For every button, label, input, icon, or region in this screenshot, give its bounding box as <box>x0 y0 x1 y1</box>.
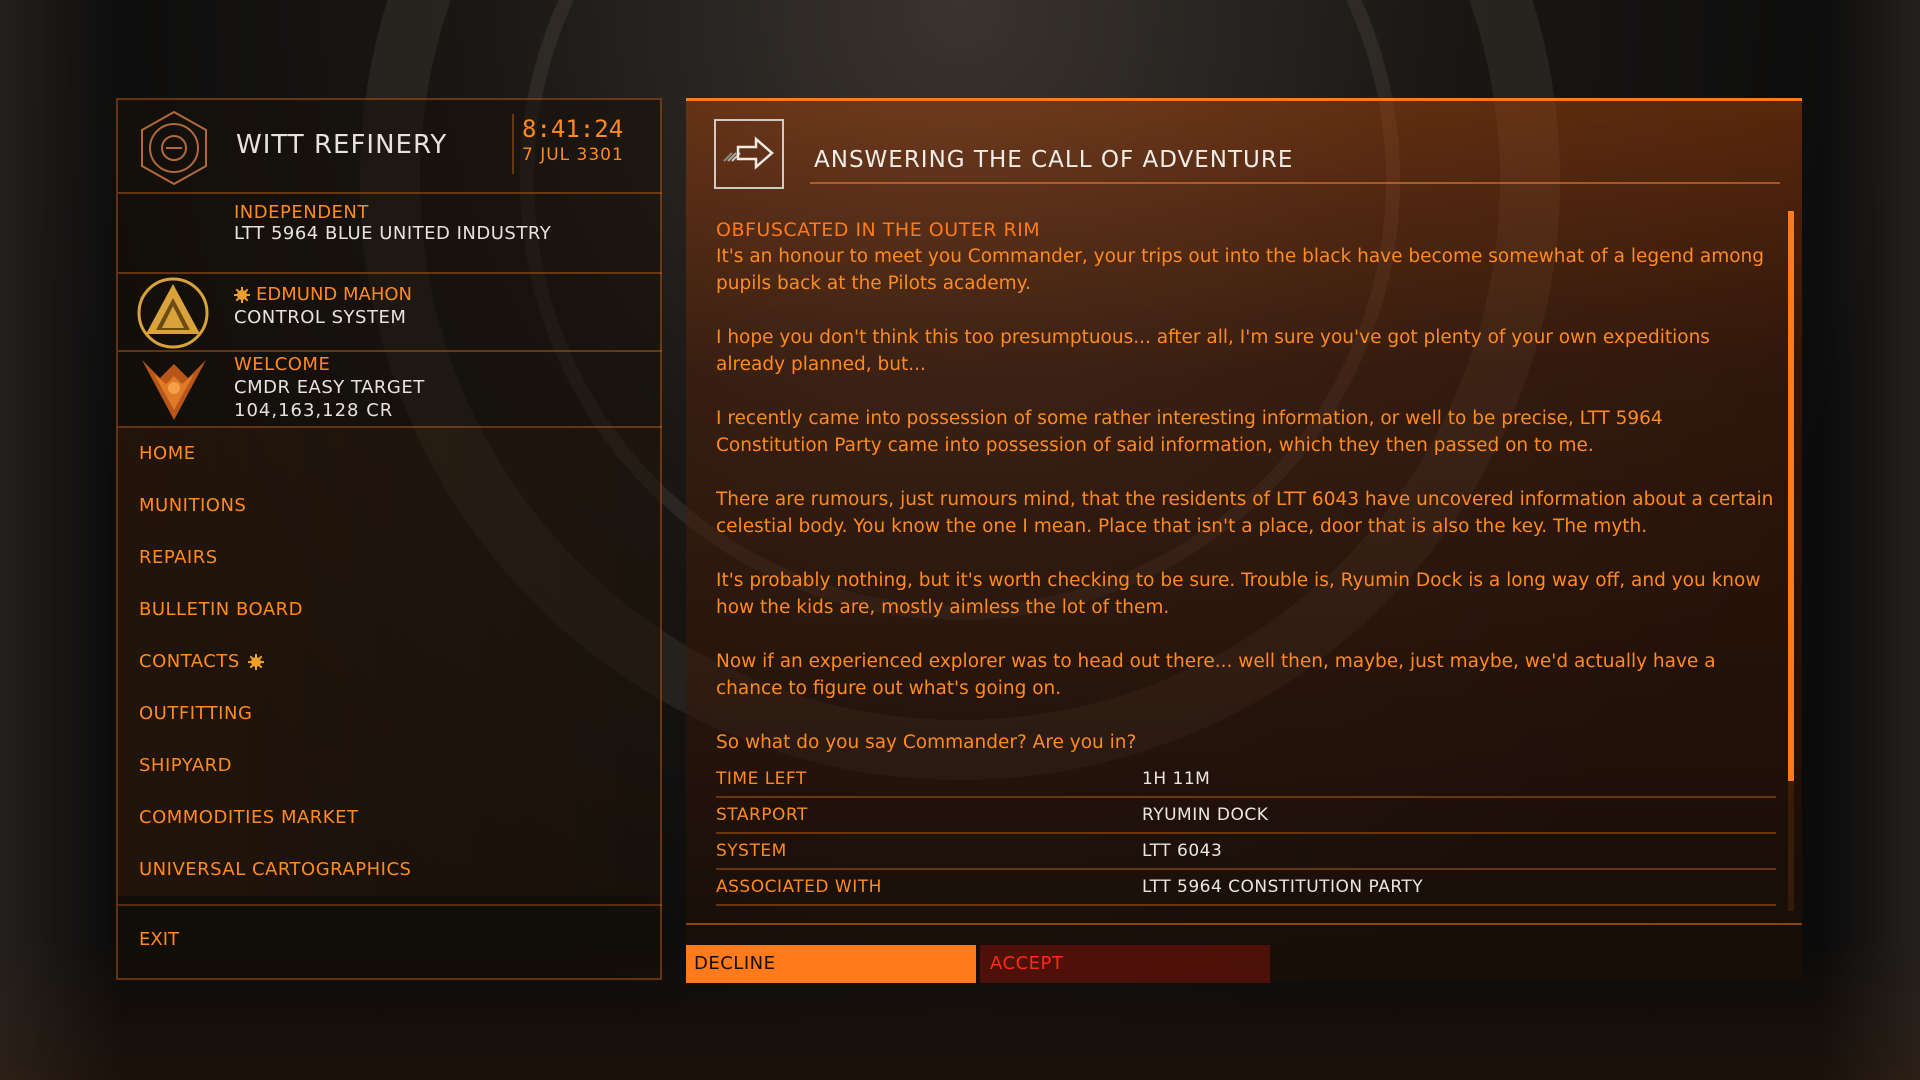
menu-item-home[interactable]: HOME <box>118 428 662 480</box>
menu-item-label: HOME <box>139 443 196 464</box>
faction-allegiance: INDEPENDENT <box>234 202 369 223</box>
gear-icon <box>234 286 250 303</box>
menu-item-universal-cartographics[interactable]: UNIVERSAL CARTOGRAPHICS <box>118 844 662 896</box>
decline-button[interactable]: DECLINE <box>686 945 976 983</box>
mission-type-icon-box <box>714 119 784 189</box>
commander-name: CMDR EASY TARGET <box>234 377 425 398</box>
arrow-right-icon <box>723 136 774 170</box>
power-info: EDMUND MAHON CONTROL SYSTEM <box>118 272 662 352</box>
gear-icon <box>247 654 264 670</box>
power-emblem-icon <box>137 277 209 349</box>
station-emblem-icon <box>141 110 207 186</box>
menu-item-label: COMMODITIES MARKET <box>139 807 359 828</box>
menu-item-label: CONTACTS <box>139 651 240 672</box>
detail-label: ASSOCIATED WITH <box>716 877 882 897</box>
mission-subtitle: OBFUSCATED IN THE OUTER RIM <box>716 219 1041 241</box>
power-name-row: EDMUND MAHON <box>234 284 412 305</box>
power-state: CONTROL SYSTEM <box>234 307 407 328</box>
hangar-strut-right <box>1820 0 1920 1080</box>
mission-paragraph: Now if an experienced explorer was to he… <box>716 651 1716 699</box>
detail-row: TIME LEFT 1H 11M <box>716 762 1776 798</box>
menu-item-commodities-market[interactable]: COMMODITIES MARKET <box>118 792 662 844</box>
detail-row: SYSTEM LTT 6043 <box>716 834 1776 870</box>
clock-time: 8:41:24 <box>522 115 624 143</box>
mission-paragraph: I recently came into possession of some … <box>716 408 1663 456</box>
menu-item-exit[interactable]: EXIT <box>118 912 662 968</box>
faction-info: INDEPENDENT LTT 5964 BLUE UNITED INDUSTR… <box>118 192 662 274</box>
commander-info: WELCOME CMDR EASY TARGET 104,163,128 CR <box>118 350 662 428</box>
menu-item-label: SHIPYARD <box>139 755 233 776</box>
welcome-label: WELCOME <box>234 354 331 375</box>
menu-item-label: MUNITIONS <box>139 495 247 516</box>
accept-button[interactable]: ACCEPT <box>980 945 1270 983</box>
mission-title: ANSWERING THE CALL OF ADVENTURE <box>814 147 1294 173</box>
mission-paragraph: So what do you say Commander? Are you in… <box>716 732 1137 753</box>
faction-name: LTT 5964 BLUE UNITED INDUSTRY <box>234 223 552 244</box>
power-name: EDMUND MAHON <box>256 284 412 305</box>
station-name: WITT REFINERY <box>236 130 448 160</box>
mission-paragraph: It's probably nothing, but it's worth ch… <box>716 570 1761 618</box>
mission-paragraph: There are rumours, just rumours mind, th… <box>716 489 1774 537</box>
hangar-strut-left <box>0 0 120 1080</box>
menu-item-label: BULLETIN BOARD <box>139 599 304 620</box>
clock: 8:41:24 7 JUL 3301 <box>512 114 624 174</box>
services-menu: HOME MUNITIONS REPAIRS BULLETIN BOARD CO… <box>118 428 662 968</box>
mission-details-table: TIME LEFT 1H 11M STARPORT RYUMIN DOCK SY… <box>716 762 1776 906</box>
detail-row: STARPORT RYUMIN DOCK <box>716 798 1776 834</box>
detail-value: LTT 6043 <box>1142 841 1223 861</box>
detail-value: 1H 11M <box>1142 769 1211 789</box>
clock-date: 7 JUL 3301 <box>522 145 624 165</box>
credits-balance: 104,163,128 CR <box>234 400 394 421</box>
menu-item-label: UNIVERSAL CARTOGRAPHICS <box>139 859 412 880</box>
title-divider <box>810 182 1780 184</box>
detail-value: RYUMIN DOCK <box>1142 805 1269 825</box>
rank-wings-icon <box>142 360 206 420</box>
menu-item-outfitting[interactable]: OUTFITTING <box>118 688 662 740</box>
menu-divider <box>118 904 662 906</box>
station-services-panel: WITT REFINERY 8:41:24 7 JUL 3301 INDEPEN… <box>116 98 662 980</box>
mission-description[interactable]: OBFUSCATED IN THE OUTER RIM It's an hono… <box>716 217 1776 907</box>
mission-details-panel: ANSWERING THE CALL OF ADVENTURE OBFUSCAT… <box>686 98 1802 983</box>
menu-item-shipyard[interactable]: SHIPYARD <box>118 740 662 792</box>
detail-row: ASSOCIATED WITH LTT 5964 CONSTITUTION PA… <box>716 870 1776 906</box>
detail-value: LTT 5964 CONSTITUTION PARTY <box>1142 877 1424 897</box>
scrollbar-thumb[interactable] <box>1788 211 1794 781</box>
bottom-divider <box>686 923 1802 925</box>
mission-paragraph: I hope you don't think this too presumpt… <box>716 327 1710 375</box>
mission-paragraph: It's an honour to meet you Commander, yo… <box>716 246 1765 294</box>
menu-item-label: OUTFITTING <box>139 703 253 724</box>
menu-item-munitions[interactable]: MUNITIONS <box>118 480 662 532</box>
menu-item-bulletin-board[interactable]: BULLETIN BOARD <box>118 584 662 636</box>
menu-item-repairs[interactable]: REPAIRS <box>118 532 662 584</box>
detail-label: STARPORT <box>716 805 808 825</box>
detail-label: TIME LEFT <box>716 769 807 789</box>
menu-item-contacts[interactable]: CONTACTS <box>118 636 662 688</box>
menu-item-label: REPAIRS <box>139 547 218 568</box>
station-header: WITT REFINERY 8:41:24 7 JUL 3301 <box>118 100 662 194</box>
detail-label: SYSTEM <box>716 841 787 861</box>
